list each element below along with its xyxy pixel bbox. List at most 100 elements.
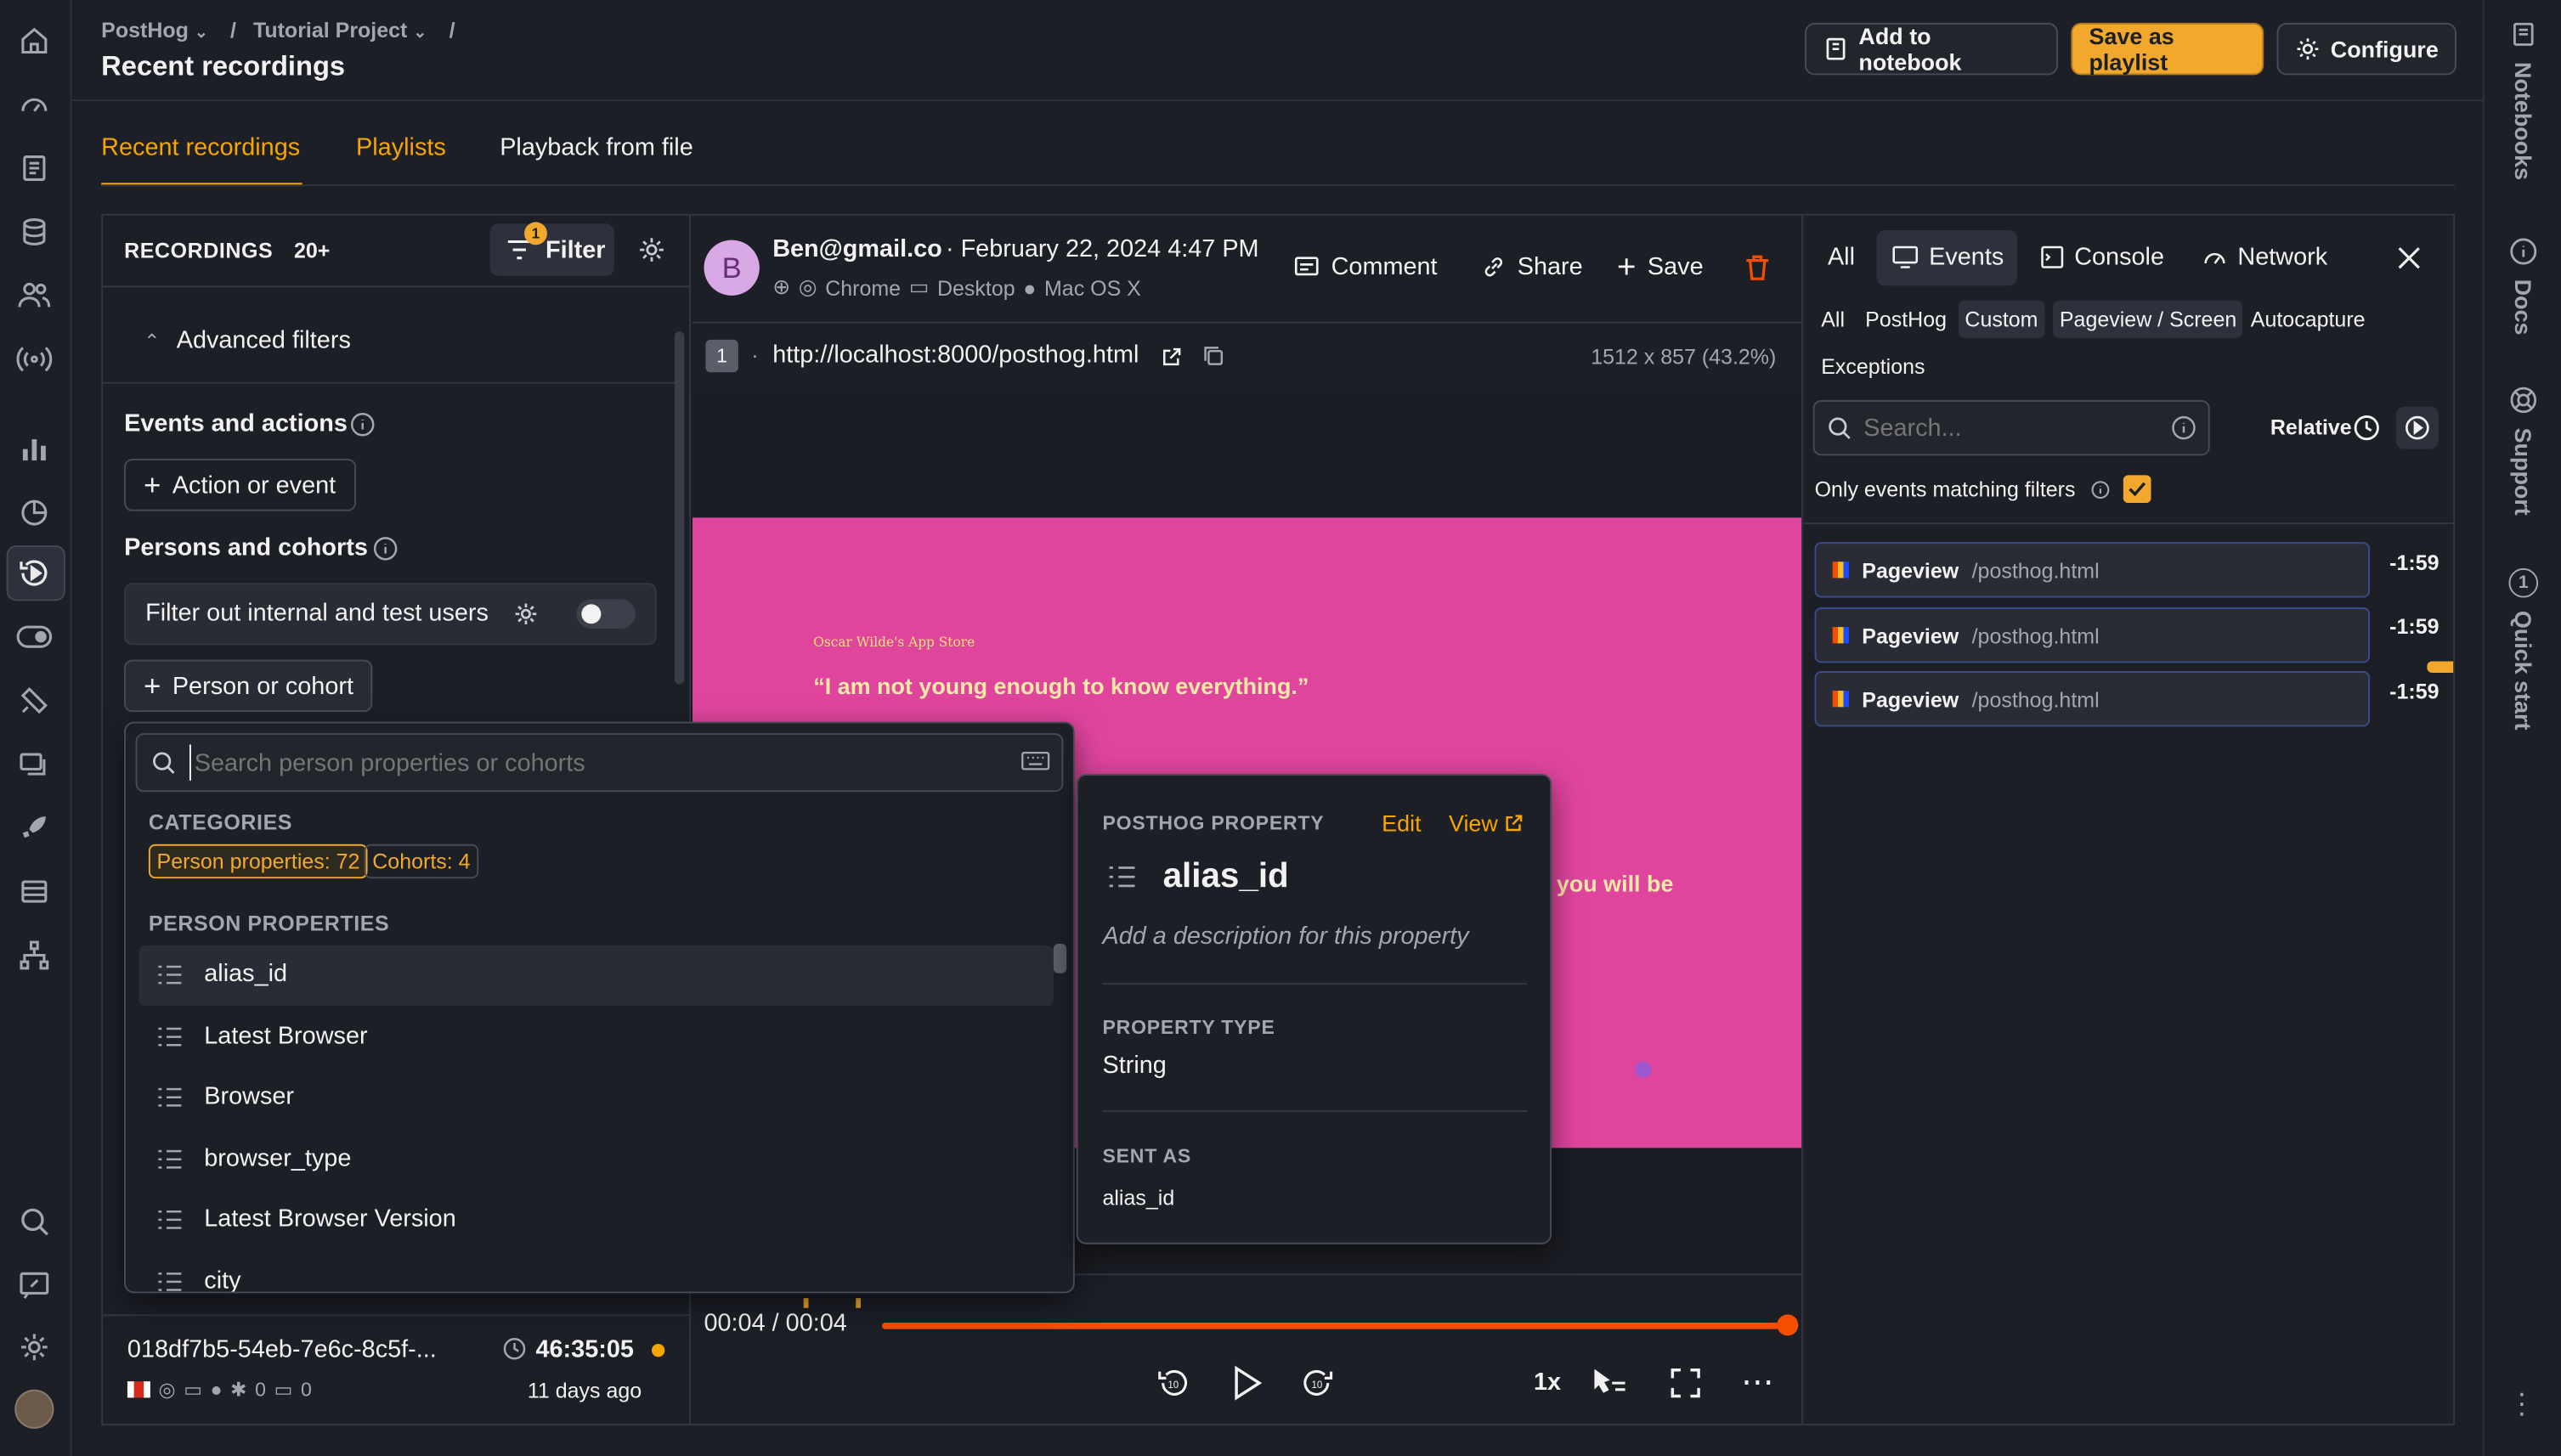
filter-custom[interactable]: Custom	[1958, 300, 2045, 338]
relative-time-toggle[interactable]: Relative	[2270, 415, 2352, 439]
fullscreen-icon[interactable]	[1668, 1367, 1704, 1399]
comment-button[interactable]: Comment	[1293, 252, 1438, 281]
event-row[interactable]: Pageview/posthog.html	[1814, 542, 2371, 598]
list-item[interactable]: browser_type	[155, 1144, 351, 1172]
configure-button[interactable]: Configure	[2276, 22, 2456, 76]
view-property-link[interactable]: View	[1449, 810, 1524, 836]
list-item[interactable]: Latest Browser	[155, 1022, 368, 1050]
tab-playback-from-file[interactable]: Playback from file	[500, 134, 693, 162]
share-button[interactable]: Share	[1481, 253, 1583, 281]
sidebar-quick-start[interactable]: 1 Quick start	[2504, 567, 2543, 730]
breadcrumb-project[interactable]: Tutorial Project ⌄	[253, 18, 427, 42]
only-matching-checkbox[interactable]	[2123, 475, 2151, 504]
gear-icon[interactable]	[14, 1328, 54, 1367]
tab-playlists[interactable]: Playlists	[356, 134, 446, 162]
inspector-search-input[interactable]	[1863, 411, 2158, 444]
current-url[interactable]: http://localhost:8000/posthog.html	[772, 341, 1139, 370]
add-action-or-event-button[interactable]: + Action or event	[124, 459, 356, 511]
list-item[interactable]: city	[155, 1267, 241, 1291]
filter-posthog[interactable]: PostHog	[1865, 307, 1947, 331]
list-item[interactable]: Latest Browser Version	[155, 1205, 456, 1233]
filter-autocapture[interactable]: Autocapture	[2251, 307, 2366, 331]
database-icon[interactable]	[14, 212, 54, 251]
list-item[interactable]: Browser	[155, 1082, 294, 1110]
list-item[interactable]: alias_id	[155, 960, 287, 988]
search-icon[interactable]	[14, 1202, 54, 1241]
inspector-tab-events[interactable]: Events	[1891, 243, 2004, 271]
category-person-properties[interactable]: Person properties: 72	[148, 844, 369, 879]
rewind-10-icon[interactable]: 10	[1155, 1365, 1190, 1401]
user-avatar[interactable]	[14, 1389, 54, 1429]
pipeline-icon[interactable]	[14, 935, 54, 974]
feature-flag-toggle-icon[interactable]	[14, 618, 54, 657]
event-row[interactable]: Pageview/posthog.html	[1814, 671, 2371, 727]
edit-property-link[interactable]: Edit	[1382, 810, 1421, 836]
copy-icon[interactable]	[1201, 343, 1227, 370]
recording-list-item[interactable]	[103, 1316, 689, 1424]
skip-inactivity-icon[interactable]	[1592, 1367, 1628, 1399]
playback-speed-button[interactable]: 1x	[1534, 1369, 1561, 1397]
pie-chart-icon[interactable]	[14, 494, 54, 533]
replay-cursor	[1635, 1061, 1652, 1078]
save-button[interactable]: + Save	[1617, 251, 1704, 283]
settings-icon[interactable]	[636, 234, 668, 266]
property-description-placeholder[interactable]: Add a description for this property	[1102, 923, 1468, 951]
forward-10-icon[interactable]: 10	[1300, 1365, 1336, 1401]
category-cohorts[interactable]: Cohorts: 4	[364, 844, 479, 879]
filter-pageview-screen[interactable]: Pageview / Screen	[2053, 300, 2243, 338]
trash-icon[interactable]	[1741, 251, 1773, 284]
data-warehouse-icon[interactable]	[14, 872, 54, 911]
inspector-tab-network[interactable]: Network	[2202, 243, 2327, 271]
rocket-icon[interactable]	[14, 808, 54, 847]
add-person-or-cohort-button[interactable]: + Person or cohort	[124, 659, 374, 713]
sidebar-docs[interactable]: Docs	[2504, 237, 2543, 336]
search-icon	[149, 748, 178, 777]
property-list-icon	[158, 1210, 182, 1228]
breadcrumb-org[interactable]: PostHog ⌄	[101, 18, 208, 42]
inspector-tab-console[interactable]: Console	[2040, 243, 2164, 271]
filter-internal-users-toggle[interactable]	[576, 599, 636, 629]
live-signal-icon[interactable]	[14, 340, 54, 379]
sidebar-notebooks[interactable]: Notebooks	[2504, 20, 2543, 180]
site-quote: “I am not young enough to know everythin…	[813, 672, 1309, 699]
inspector-tab-all[interactable]: All	[1828, 243, 1855, 271]
left-panel-scrollbar[interactable]	[674, 331, 685, 685]
clock-icon[interactable]	[2352, 413, 2382, 443]
replay-icon[interactable]	[14, 554, 54, 593]
tabs-divider	[101, 184, 2456, 187]
save-as-playlist-button[interactable]: Save as playlist	[2071, 22, 2264, 76]
add-to-notebook-button[interactable]: Add to notebook	[1805, 22, 2058, 76]
more-vertical-icon[interactable]: · · ·	[2517, 1378, 2527, 1427]
comment-label: Comment	[1331, 252, 1438, 281]
configure-label: Configure	[2330, 36, 2439, 63]
info-icon[interactable]	[2169, 413, 2199, 443]
home-icon[interactable]	[14, 21, 54, 60]
lifebuoy-icon	[2510, 387, 2537, 414]
experiment-icon[interactable]	[14, 681, 54, 720]
more-options-icon[interactable]: ⋯	[1741, 1362, 1773, 1402]
feedback-icon[interactable]	[14, 1266, 54, 1305]
notebook-icon[interactable]	[14, 149, 54, 188]
filter-exceptions[interactable]: Exceptions	[1821, 354, 1925, 379]
bar-chart-icon[interactable]	[14, 430, 54, 469]
autoplay-follow-button[interactable]	[2395, 406, 2439, 449]
play-icon[interactable]	[1227, 1363, 1266, 1402]
apple-icon: ●	[210, 1378, 223, 1402]
filter-all[interactable]: All	[1821, 307, 1845, 331]
person-email[interactable]: Ben@gmail.co	[772, 235, 942, 263]
seekbar[interactable]	[881, 1322, 1785, 1329]
seekbar-handle[interactable]	[1777, 1314, 1799, 1336]
close-icon[interactable]	[2394, 243, 2424, 273]
property-search-input[interactable]	[189, 744, 1007, 781]
survey-icon[interactable]	[14, 745, 54, 784]
event-row[interactable]: Pageview/posthog.html	[1814, 607, 2371, 663]
filter-button[interactable]: Filter 1	[489, 222, 614, 276]
tab-recent-recordings[interactable]: Recent recordings	[101, 134, 300, 162]
external-link-icon[interactable]	[1158, 343, 1184, 370]
advanced-filters-toggle[interactable]: ⌃ Advanced filters	[144, 326, 351, 354]
sidebar-support[interactable]: Support	[2504, 386, 2543, 516]
gear-icon[interactable]	[512, 599, 541, 629]
dropdown-scrollbar[interactable]	[1053, 944, 1067, 973]
people-icon[interactable]	[14, 276, 54, 315]
dashboard-icon[interactable]	[14, 85, 54, 124]
